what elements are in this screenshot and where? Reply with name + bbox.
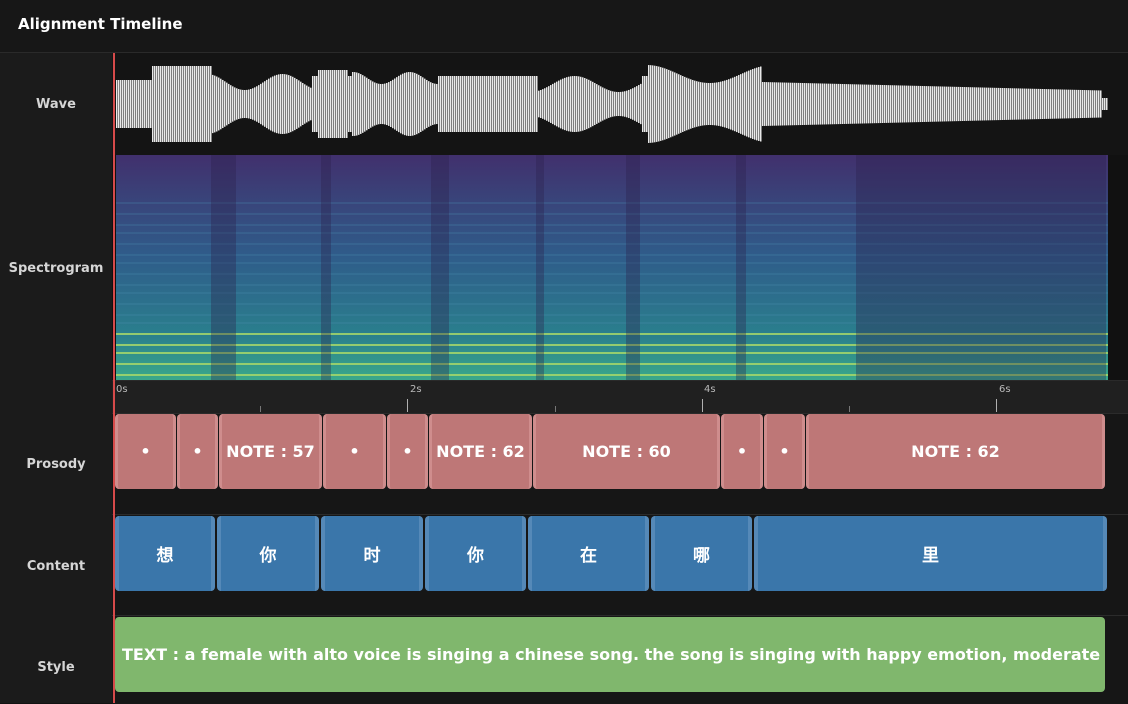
ruler-tick-minor [849,406,850,412]
prosody-block[interactable]: • [387,414,428,489]
content-block[interactable]: 时 [321,516,423,591]
page-title: Alignment Timeline [18,15,183,33]
prosody-block[interactable]: • [177,414,218,489]
ruler-tick-major [407,399,408,412]
spectrogram-image [116,155,1108,380]
ruler-tick-minor [555,406,556,412]
content-block[interactable]: 你 [217,516,319,591]
row-label-style: Style [37,660,75,675]
row-label-prosody: Prosody [26,457,86,472]
ruler-tick-label: 0s [116,384,128,395]
ruler-tick-label: 4s [704,384,716,395]
content-block[interactable]: 里 [754,516,1107,591]
content-block[interactable]: 在 [528,516,649,591]
prosody-block[interactable]: • [764,414,805,489]
prosody-block[interactable]: • [323,414,386,489]
row-label-wave: Wave [36,97,76,112]
waveform-track[interactable] [112,53,1128,155]
time-ruler[interactable] [112,380,1128,415]
header-bar: Alignment Timeline [0,0,1128,53]
ruler-tick-label: 2s [410,384,422,395]
ruler-tick-major [702,399,703,412]
content-block[interactable]: 你 [425,516,526,591]
content-block[interactable]: 哪 [651,516,752,591]
prosody-block[interactable]: • [721,414,763,489]
row-label-content: Content [26,559,86,574]
playhead[interactable] [113,53,115,703]
spectrogram-track[interactable] [116,155,1108,380]
prosody-block[interactable]: NOTE : 62 [806,414,1105,489]
row-label-spectrogram: Spectrogram [8,261,104,276]
ruler-tick-major [996,399,997,412]
row-label-column [0,53,112,703]
ruler-tick-label: 6s [999,384,1011,395]
ruler-tick-minor [260,406,261,412]
prosody-block[interactable]: • [115,414,176,489]
waveform [116,65,1108,143]
prosody-block[interactable]: NOTE : 57 [219,414,322,489]
content-block[interactable]: 想 [115,516,215,591]
prosody-block[interactable]: NOTE : 60 [533,414,720,489]
style-block[interactable]: TEXT : a female with alto voice is singi… [115,617,1105,692]
prosody-block[interactable]: NOTE : 62 [429,414,532,489]
